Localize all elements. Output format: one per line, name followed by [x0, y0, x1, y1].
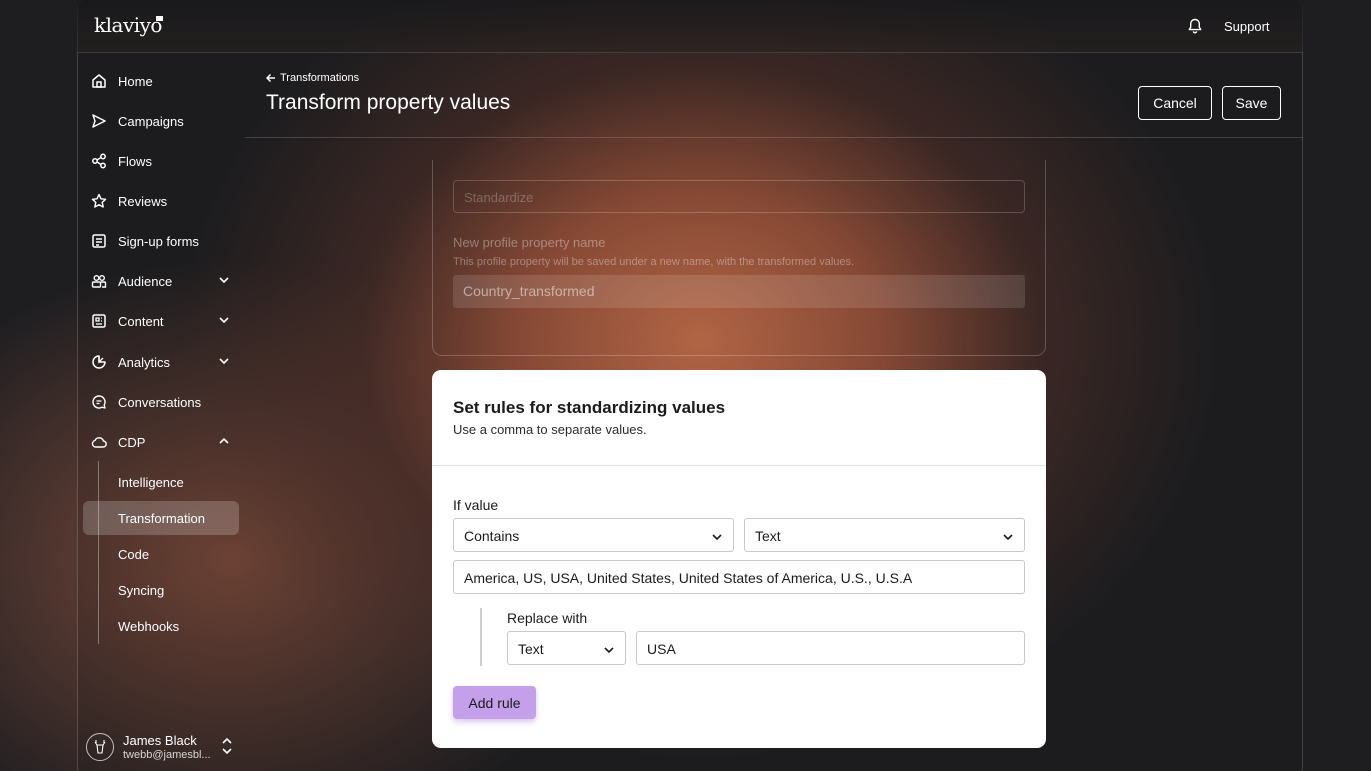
sidebar-subitem-code[interactable]: Code [118, 547, 149, 562]
breadcrumb-label: Transformations [280, 72, 360, 84]
support-link[interactable]: Support [1224, 19, 1270, 34]
sidebar-subitem-webhooks[interactable]: Webhooks [118, 619, 179, 634]
submenu-guide-line [98, 461, 99, 644]
sidebar-item-analytics[interactable]: Analytics [91, 349, 241, 375]
header-divider [245, 137, 1303, 138]
sidebar: Home Campaigns Flows Reviews Sign-up for… [77, 53, 245, 771]
page-title: Transform property values [266, 91, 511, 114]
replace-value-input[interactable]: USA [636, 631, 1025, 665]
card-subtitle: Use a comma to separate values. [453, 422, 647, 437]
klaviyo-logo[interactable]: klaviyo [94, 13, 162, 37]
sidebar-item-flows[interactable]: Flows [91, 148, 152, 174]
send-icon [91, 113, 107, 129]
flows-icon [91, 153, 107, 169]
home-icon [91, 73, 107, 89]
sidebar-item-campaigns[interactable]: Campaigns [91, 108, 184, 134]
star-icon [91, 193, 107, 209]
sidebar-item-label: CDP [118, 434, 146, 450]
chevron-down-icon[interactable] [218, 274, 230, 286]
replace-with-label: Replace with [507, 610, 588, 626]
sidebar-subitem-intelligence[interactable]: Intelligence [118, 475, 184, 490]
replace-type-select[interactable]: Text [507, 631, 626, 665]
sidebar-subitem-transformation[interactable]: Transformation [118, 511, 205, 526]
sidebar-item-label: Content [118, 313, 164, 329]
logo-flag-mark [156, 16, 163, 21]
users-icon [91, 273, 107, 289]
chat-icon [91, 394, 107, 410]
sidebar-item-cdp[interactable]: CDP [91, 429, 241, 455]
chevron-down-icon [603, 643, 615, 655]
new-property-input[interactable]: Country_transformed [453, 275, 1025, 308]
if-value-label: If value [453, 497, 499, 513]
sidebar-item-signup-forms[interactable]: Sign-up forms [91, 228, 199, 254]
sidebar-item-label: Conversations [118, 394, 202, 410]
sidebar-item-reviews[interactable]: Reviews [91, 188, 167, 214]
condition-select[interactable]: Contains [453, 518, 734, 552]
sidebar-item-label: Sign-up forms [118, 233, 199, 249]
avatar [86, 733, 114, 761]
replace-type-select-value: Text [518, 641, 544, 657]
form-icon [91, 233, 107, 249]
user-name: James Black [123, 733, 197, 748]
user-email: twebb@jamesbl... [123, 749, 211, 761]
sidebar-item-label: Flows [118, 153, 152, 169]
chevron-down-icon [711, 530, 723, 542]
chevron-down-icon [1002, 530, 1014, 542]
sidebar-subitem-syncing[interactable]: Syncing [118, 583, 164, 598]
rules-card: Set rules for standardizing values Use a… [432, 370, 1046, 748]
sidebar-item-label: Home [118, 73, 153, 89]
breadcrumb-back-link[interactable]: Transformations [266, 72, 359, 84]
new-property-help: This profile property will be saved unde… [453, 256, 855, 268]
chevron-down-icon[interactable] [218, 355, 230, 367]
sidebar-item-audience[interactable]: Audience [91, 268, 241, 294]
sidebar-item-label: Analytics [118, 354, 171, 370]
content-icon [91, 313, 107, 329]
top-bar: klaviyo Support [77, 0, 1303, 53]
card-divider [432, 465, 1046, 466]
cancel-button[interactable]: Cancel [1138, 86, 1212, 120]
sidebar-item-content[interactable]: Content [91, 308, 241, 334]
user-account-menu[interactable]: James Black twebb@jamesbl... [86, 731, 236, 765]
chevron-updown-icon[interactable] [221, 737, 233, 755]
add-rule-button[interactable]: Add rule [453, 686, 536, 719]
value-type-select-value: Text [755, 528, 781, 544]
save-button[interactable]: Save [1222, 86, 1281, 120]
cloud-icon [91, 434, 107, 450]
sidebar-item-label: Audience [118, 273, 173, 289]
sidebar-item-label: Campaigns [118, 113, 184, 129]
sidebar-item-conversations[interactable]: Conversations [91, 389, 201, 415]
analytics-icon [91, 354, 107, 370]
sidebar-item-label: Reviews [118, 193, 168, 209]
new-property-label: New profile property name [453, 235, 606, 250]
arrow-left-icon [266, 73, 275, 83]
sidebar-item-home[interactable]: Home [91, 68, 153, 94]
value-type-select[interactable]: Text [744, 518, 1025, 552]
bell-icon[interactable] [1188, 18, 1202, 34]
method-select[interactable]: Standardize [453, 180, 1025, 213]
card-title: Set rules for standardizing values [453, 398, 726, 417]
match-values-input[interactable]: America, US, USA, United States, United … [453, 560, 1025, 594]
rule-indent-bar [480, 608, 482, 666]
chevron-up-icon[interactable] [218, 435, 230, 447]
condition-select-value: Contains [464, 528, 520, 544]
chevron-down-icon[interactable] [218, 314, 230, 326]
